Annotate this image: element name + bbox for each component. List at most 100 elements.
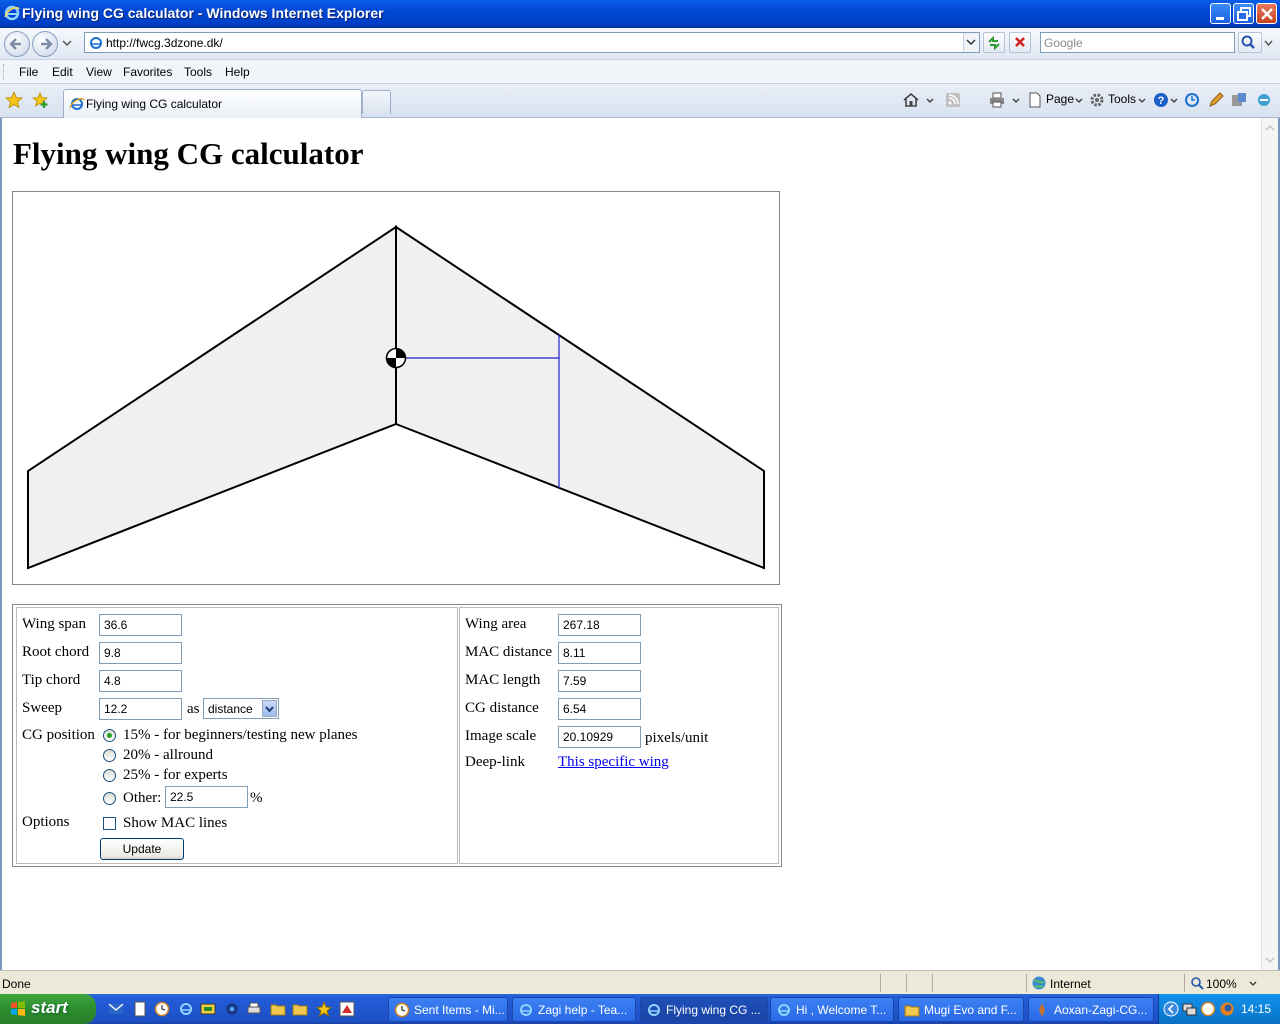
scroll-down-icon[interactable] — [1262, 952, 1278, 968]
addon-icon[interactable] — [1230, 91, 1248, 109]
status-separator — [880, 974, 881, 992]
cg-distance-label: CG distance — [465, 700, 539, 716]
taskbar-item-sent-items[interactable]: Sent Items - Mi... — [388, 997, 508, 1022]
search-options-icon[interactable] — [1264, 39, 1273, 47]
firefox-tray-icon[interactable] — [1219, 1001, 1235, 1017]
start-label: start — [31, 998, 68, 1017]
back-button[interactable] — [4, 31, 30, 57]
folder-quicklaunch-icon-2[interactable] — [292, 1001, 308, 1017]
outlook-quicklaunch-icon[interactable] — [108, 1001, 124, 1017]
toolbar-grip[interactable] — [3, 64, 6, 80]
minimize-icon — [1216, 17, 1224, 20]
print-icon[interactable] — [988, 91, 1006, 109]
star-quicklaunch-icon[interactable] — [316, 1001, 332, 1017]
cg-radio-20[interactable] — [103, 749, 116, 762]
taskbar-item-mugi-evo[interactable]: Mugi Evo and F... — [898, 997, 1024, 1022]
research-icon[interactable] — [1183, 91, 1201, 109]
show-mac-lines-checkbox[interactable] — [103, 817, 116, 830]
page-menu-icon — [1029, 92, 1041, 108]
search-button[interactable] — [1238, 32, 1262, 53]
chevron-down-icon — [966, 39, 976, 46]
minimize-button[interactable] — [1210, 3, 1231, 24]
wing-area-output[interactable]: 267.18 — [558, 614, 641, 636]
page-dropdown-icon[interactable] — [1075, 98, 1083, 104]
start-button[interactable]: start — [0, 994, 96, 1024]
clock-quicklaunch-icon[interactable] — [154, 1001, 170, 1017]
zoom-dropdown-icon[interactable] — [1249, 981, 1257, 987]
zoom-level[interactable]: 100% — [1206, 977, 1237, 991]
page-menu[interactable]: Page — [1046, 92, 1074, 106]
taskbar-clock: 14:15 — [1241, 1002, 1272, 1016]
sweep-mode-dropdown[interactable] — [262, 700, 277, 717]
network-tray-icon[interactable] — [1181, 1001, 1197, 1017]
pencil-icon[interactable] — [1207, 91, 1225, 109]
search-input[interactable]: Google — [1040, 32, 1235, 53]
print-dropdown-icon[interactable] — [1012, 98, 1020, 104]
wing-span-label: Wing span — [22, 616, 86, 632]
taskbar-item-aoxan-zagi[interactable]: Aoxan-Zagi-CG... — [1028, 997, 1154, 1022]
stop-button[interactable] — [1009, 32, 1031, 53]
extension-icon[interactable] — [1255, 91, 1273, 109]
address-bar[interactable]: http://fwcg.3dzone.dk/ — [84, 32, 980, 53]
new-tab-button[interactable] — [362, 90, 391, 114]
ie-icon — [648, 1004, 660, 1016]
scroll-up-icon[interactable] — [1262, 120, 1278, 136]
image-scale-output[interactable]: 20.10929 — [558, 726, 641, 748]
tab-flying-wing[interactable]: Flying wing CG calculator — [63, 89, 362, 118]
cg-distance-output[interactable]: 6.54 — [558, 698, 641, 720]
tools-dropdown-icon[interactable] — [1138, 98, 1146, 104]
taskbar-item-welcome[interactable]: Hi , Welcome T... — [770, 997, 894, 1022]
paint-quicklaunch-icon[interactable] — [339, 1001, 355, 1017]
taskbar-item-zagi-help[interactable]: Zagi help - Tea... — [512, 997, 636, 1022]
tip-chord-input[interactable]: 4.8 — [99, 670, 182, 692]
clock-tray-icon[interactable] — [1200, 1001, 1216, 1017]
taskbar-item-label: Mugi Evo and F... — [924, 1003, 1017, 1017]
cg-radio-15[interactable] — [103, 729, 116, 742]
close-window-button[interactable] — [1256, 3, 1277, 24]
tab-label: Flying wing CG calculator — [86, 97, 223, 111]
menu-view[interactable]: View — [86, 65, 112, 79]
root-chord-input[interactable]: 9.8 — [99, 642, 182, 664]
menu-file[interactable]: File — [19, 65, 38, 79]
cg-other-input[interactable]: 22.5 — [165, 786, 248, 808]
media-quicklaunch-icon[interactable] — [224, 1001, 240, 1017]
menu-tools[interactable]: Tools — [184, 65, 212, 79]
wing-span-input[interactable]: 36.6 — [99, 614, 182, 636]
app-quicklaunch-icon[interactable] — [200, 1001, 216, 1017]
vertical-scrollbar[interactable] — [1261, 118, 1278, 970]
taskbar-item-label: Sent Items - Mi... — [414, 1003, 505, 1017]
cg-radio-25[interactable] — [103, 769, 116, 782]
forward-button[interactable] — [32, 31, 58, 57]
printer-quicklaunch-icon[interactable] — [246, 1001, 262, 1017]
document-quicklaunch-icon[interactable] — [132, 1001, 148, 1017]
feeds-icon[interactable] — [944, 91, 962, 109]
update-button[interactable]: Update — [100, 838, 184, 860]
menu-edit[interactable]: Edit — [52, 65, 73, 79]
help-dropdown-icon[interactable] — [1170, 98, 1178, 104]
restore-button[interactable] — [1233, 3, 1254, 24]
help-icon[interactable]: ? — [1152, 91, 1170, 109]
deep-link[interactable]: This specific wing — [558, 754, 669, 771]
ie-quicklaunch-icon[interactable] — [178, 1001, 194, 1017]
home-icon[interactable] — [902, 91, 920, 109]
add-favorite-icon[interactable] — [32, 91, 50, 109]
history-dropdown-icon[interactable] — [62, 39, 72, 47]
tray-expand-icon[interactable] — [1163, 1001, 1179, 1017]
address-toolbar: http://fwcg.3dzone.dk/ Google — [0, 28, 1280, 60]
wing-drawing-frame — [12, 191, 780, 585]
cg-radio-other[interactable] — [103, 792, 116, 805]
favorites-star-icon[interactable] — [5, 91, 23, 109]
menu-favorites[interactable]: Favorites — [123, 65, 172, 79]
home-dropdown-icon[interactable] — [926, 98, 934, 104]
taskbar-item-flying-wing[interactable]: Flying wing CG ... — [640, 997, 768, 1022]
wing-left-half — [27, 225, 397, 570]
sweep-input[interactable]: 12.2 — [99, 698, 182, 720]
mac-distance-output[interactable]: 8.11 — [558, 642, 641, 664]
sweep-mode-select[interactable]: distance — [203, 698, 279, 719]
menu-help[interactable]: Help — [225, 65, 250, 79]
refresh-button[interactable] — [983, 32, 1005, 53]
mac-length-output[interactable]: 7.59 — [558, 670, 641, 692]
tools-menu[interactable]: Tools — [1108, 92, 1136, 106]
address-dropdown-button[interactable] — [963, 33, 979, 52]
folder-quicklaunch-icon[interactable] — [270, 1001, 286, 1017]
